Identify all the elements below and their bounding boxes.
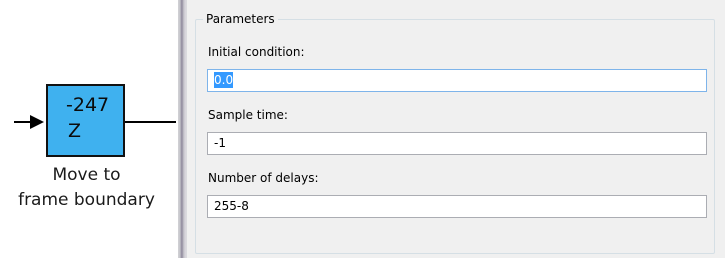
delay-block-caption-line1: Move to: [52, 165, 121, 185]
sample-time-value: -1: [214, 136, 226, 150]
input-port-arrow-icon: [30, 115, 44, 129]
number-of-delays-label: Number of delays:: [208, 171, 319, 185]
parameters-panel: Parameters Initial condition: 0.0 Sample…: [187, 0, 725, 258]
delay-block-value: -247: [66, 94, 110, 116]
initial-condition-field[interactable]: 0.0: [207, 69, 707, 92]
panel-splitter[interactable]: [178, 0, 187, 258]
parameters-group-title: Parameters: [203, 12, 278, 26]
output-signal-line[interactable]: [125, 121, 176, 123]
delay-block[interactable]: -247 Z: [46, 84, 125, 157]
block-diagram-canvas: -247 Z Move to frame boundary: [0, 0, 180, 258]
delay-block-caption-line2: frame boundary: [18, 190, 155, 210]
initial-condition-value: 0.0: [214, 72, 234, 88]
sample-time-field[interactable]: -1: [207, 132, 707, 155]
initial-condition-label: Initial condition:: [208, 45, 305, 59]
number-of-delays-value: 255-8: [214, 199, 249, 213]
delay-block-caption[interactable]: Move to frame boundary: [0, 163, 173, 213]
number-of-delays-field[interactable]: 255-8: [207, 195, 707, 218]
delay-block-variable: Z: [68, 120, 82, 142]
sample-time-label: Sample time:: [208, 108, 288, 122]
